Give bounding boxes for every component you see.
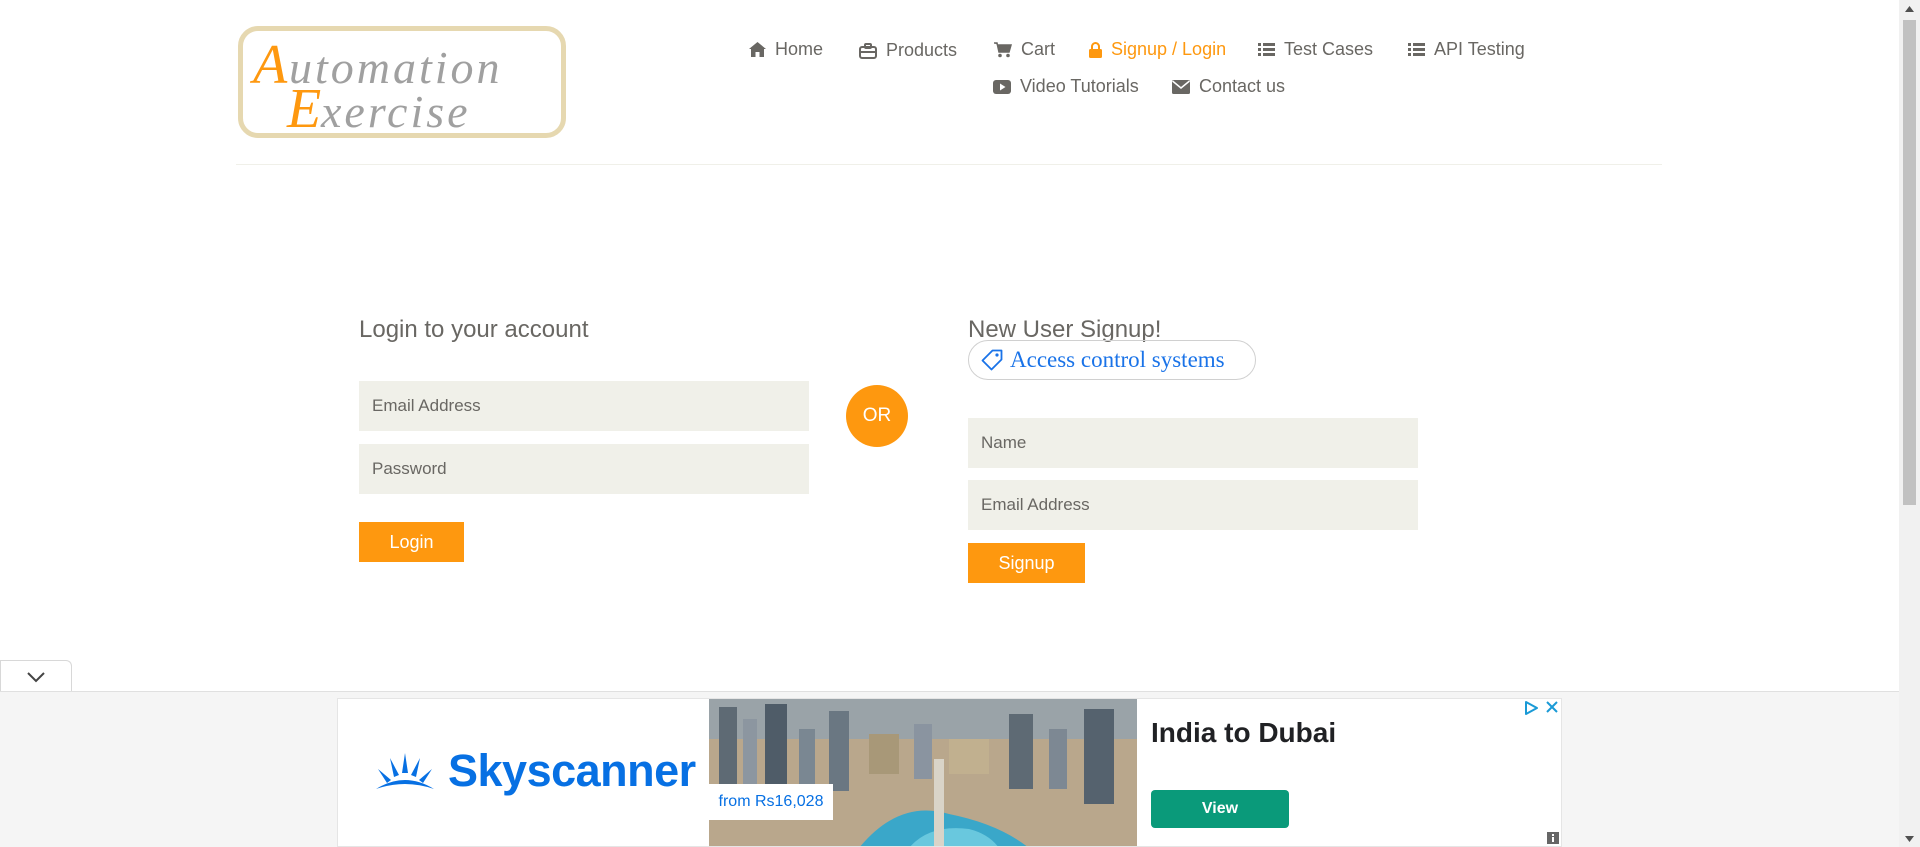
- nav-video-tutorials[interactable]: Video Tutorials: [993, 76, 1139, 97]
- signup-name-input[interactable]: [968, 418, 1418, 468]
- scrollbar-thumb[interactable]: [1903, 20, 1916, 505]
- skyscanner-wordmark: Skyscanner: [448, 745, 696, 796]
- skyscanner-logo: Skyscanner: [372, 745, 696, 797]
- nav-test-cases-label: Test Cases: [1284, 39, 1374, 59]
- ad-collapse-button[interactable]: [0, 660, 72, 692]
- nav-signup-login-label: Signup / Login: [1111, 39, 1227, 59]
- envelope-icon: [1172, 79, 1190, 94]
- login-email-input[interactable]: [359, 381, 809, 431]
- nav-contact-us[interactable]: Contact us: [1172, 76, 1285, 97]
- chevron-down-icon: [27, 671, 45, 682]
- nav-cart[interactable]: Cart: [994, 39, 1055, 60]
- header-divider: [236, 164, 1662, 165]
- ad-chip-label: Access control systems: [1010, 347, 1225, 372]
- signup-email-input[interactable]: [968, 480, 1418, 530]
- nav-video-tutorials-label: Video Tutorials: [1020, 76, 1139, 96]
- nav-test-cases[interactable]: Test Cases: [1258, 39, 1373, 60]
- main-nav: Home Products Cart Signup / Login Test C…: [0, 0, 1920, 120]
- nav-cart-label: Cart: [1021, 39, 1056, 59]
- skyscanner-ad[interactable]: Skyscanner from Rs16,028 India to Dubai …: [337, 698, 1562, 847]
- ad-chip-access-control[interactable]: Access control systems: [968, 340, 1256, 380]
- ad-headline: India to Dubai: [1151, 717, 1337, 748]
- nav-signup-login[interactable]: Signup / Login: [1089, 39, 1226, 60]
- youtube-play-icon: [993, 79, 1011, 94]
- signup-button[interactable]: Signup: [968, 543, 1085, 583]
- login-title: Login to your account: [359, 316, 589, 343]
- list-icon: [1258, 43, 1275, 56]
- dubai-aerial-image: [709, 699, 1137, 846]
- nav-contact-us-label: Contact us: [1199, 76, 1286, 96]
- tag-icon: [981, 349, 1003, 371]
- nav-products[interactable]: Products: [859, 40, 957, 61]
- caret-up-icon: [1905, 5, 1914, 12]
- sunrise-icon: [376, 753, 434, 789]
- nav-home-label: Home: [775, 39, 824, 59]
- ad-price-tag: from Rs16,028: [709, 784, 833, 820]
- caret-down-icon: [1905, 835, 1914, 842]
- ad-view-button[interactable]: View: [1151, 790, 1289, 828]
- or-divider-badge: OR: [846, 385, 908, 447]
- ad-info-icon[interactable]: [1547, 832, 1559, 844]
- briefcase-icon: [859, 42, 877, 59]
- nav-api-testing[interactable]: API Testing: [1408, 39, 1525, 60]
- adchoices-icon[interactable]: [1523, 700, 1539, 716]
- ad-choices: [1523, 700, 1559, 716]
- login-button[interactable]: Login: [359, 522, 464, 562]
- nav-api-testing-label: API Testing: [1434, 39, 1525, 59]
- close-icon[interactable]: [1545, 700, 1559, 714]
- nav-home[interactable]: Home: [749, 39, 823, 60]
- list-icon: [1408, 43, 1425, 56]
- lock-icon: [1089, 41, 1102, 58]
- login-password-input[interactable]: [359, 444, 809, 494]
- city-photo: [709, 699, 1137, 846]
- nav-products-label: Products: [886, 40, 958, 60]
- scroll-up-arrow[interactable]: [1899, 0, 1920, 17]
- home-icon: [749, 42, 766, 57]
- cart-icon: [994, 41, 1012, 57]
- scroll-down-arrow[interactable]: [1899, 830, 1920, 847]
